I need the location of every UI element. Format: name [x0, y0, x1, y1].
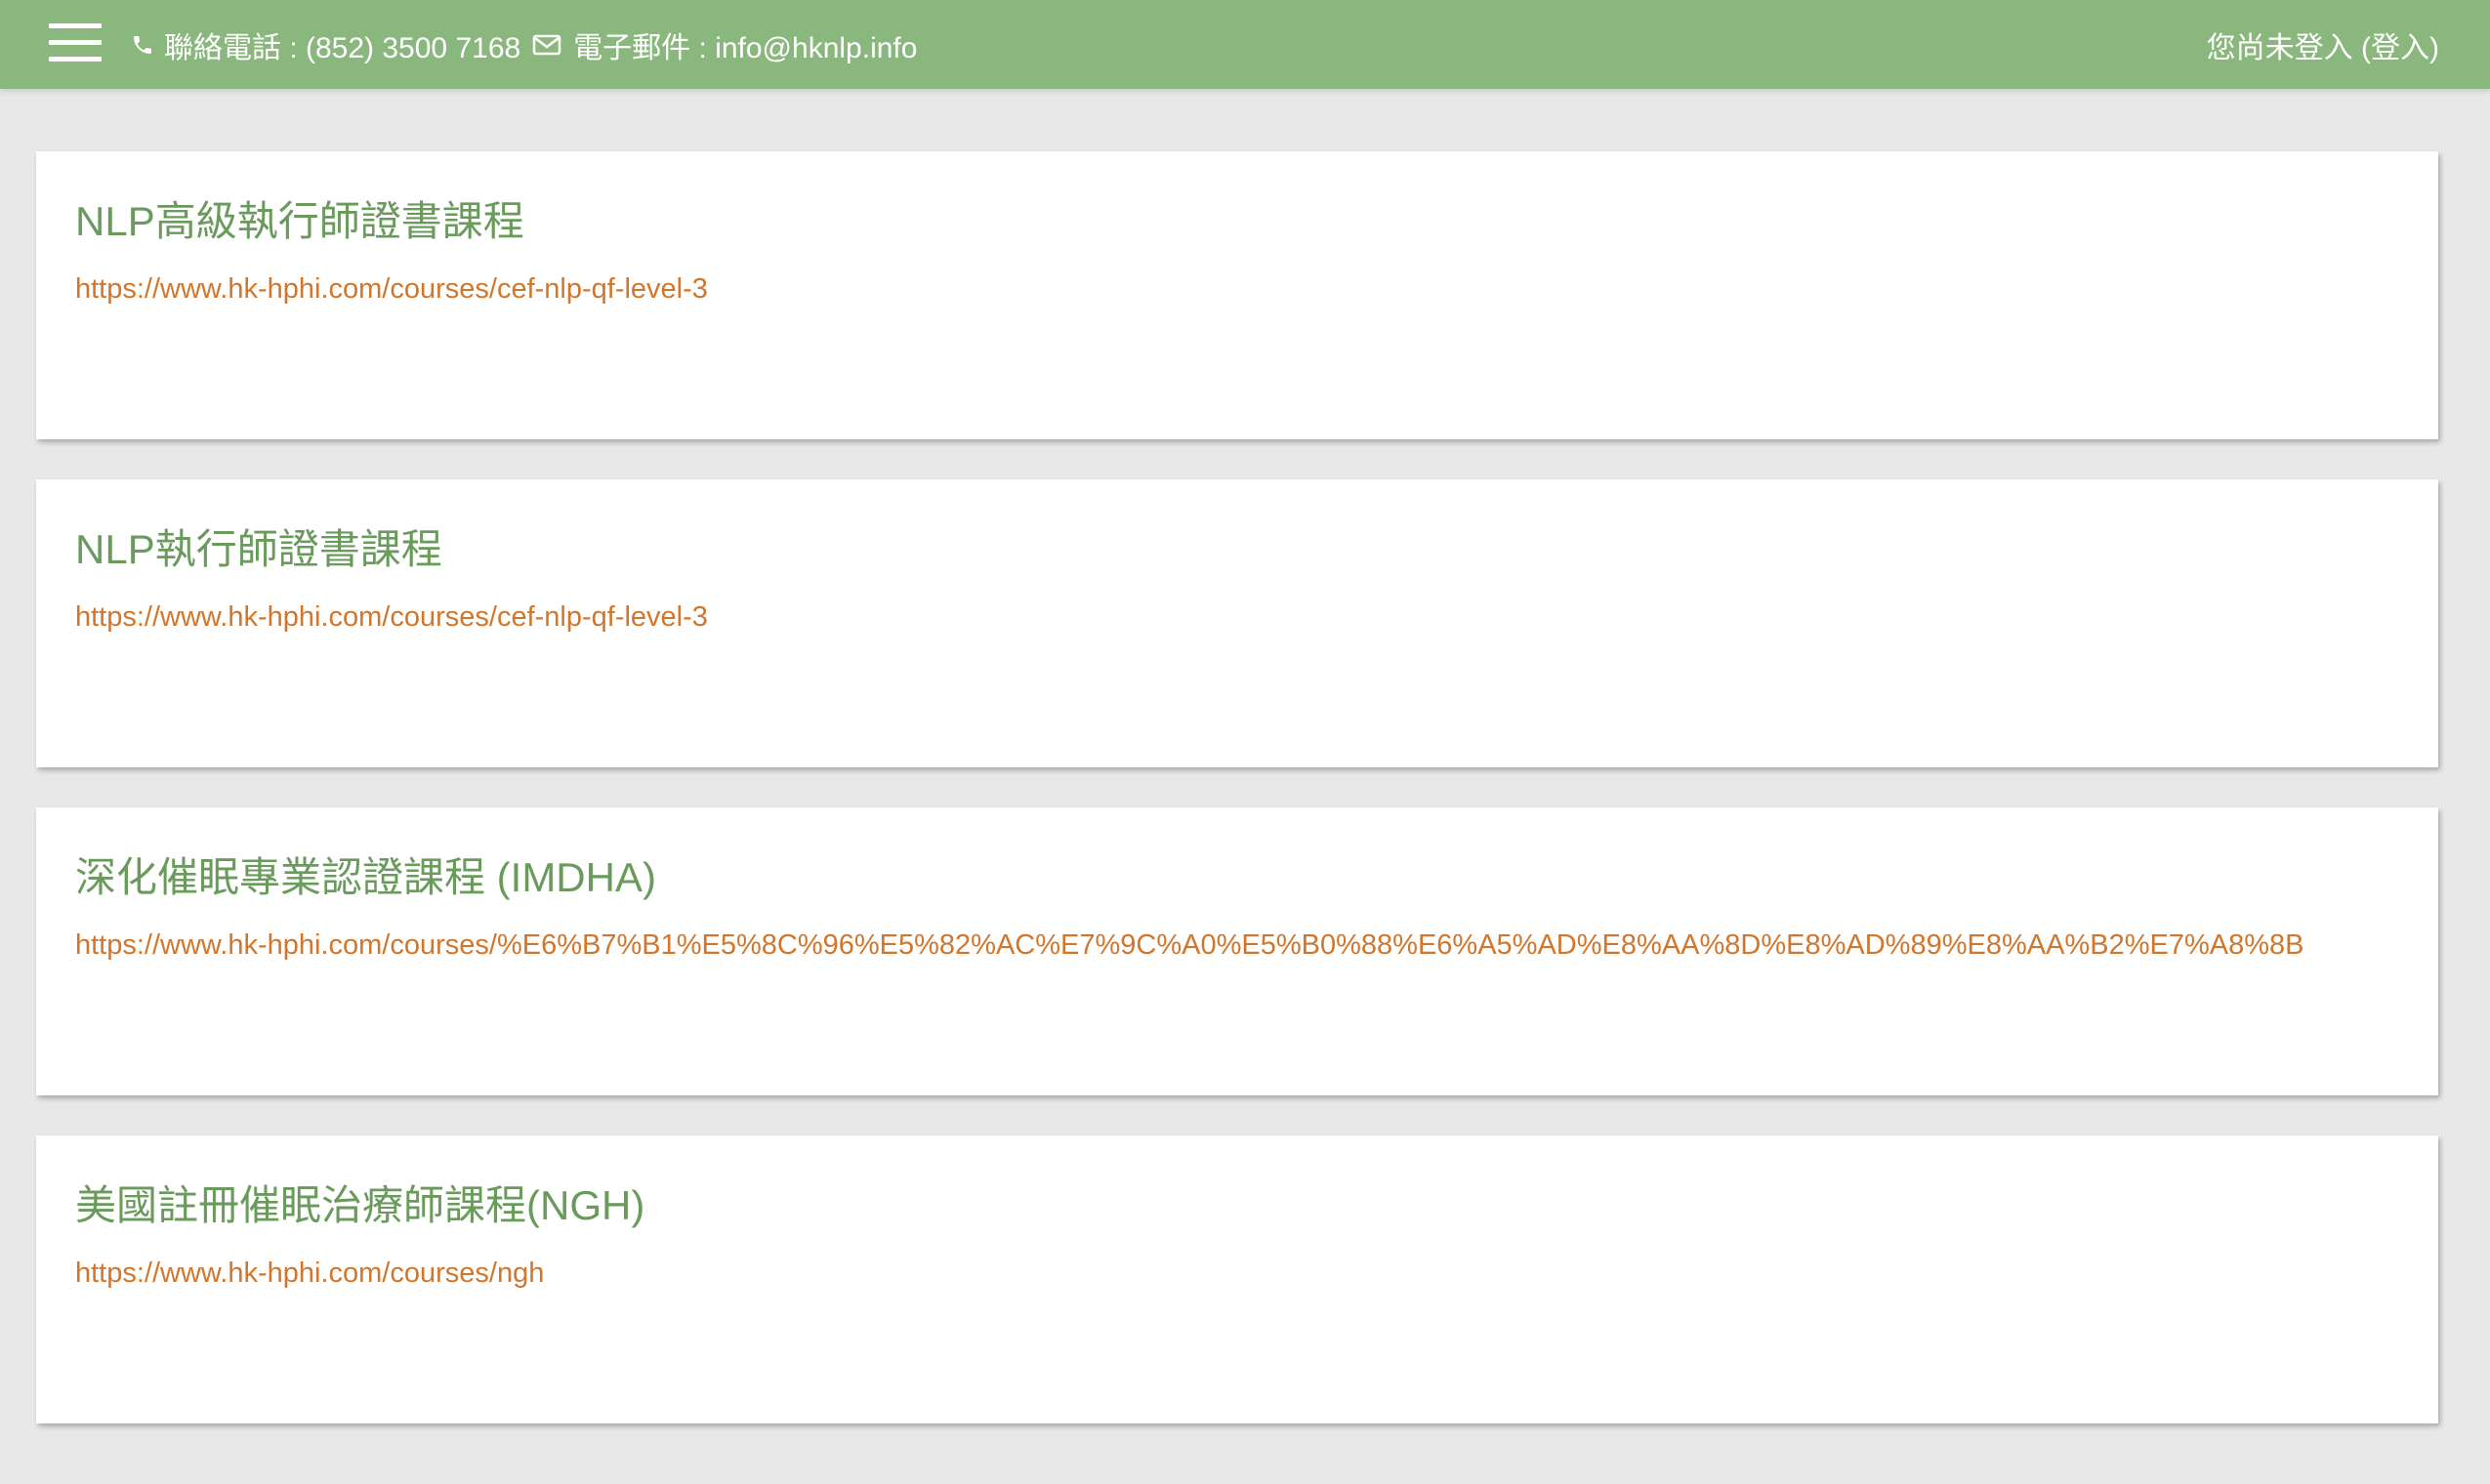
- course-list: NLP高級執行師證書課程 https://www.hk-hphi.com/cou…: [36, 151, 2438, 1463]
- top-bar: 聯絡電話 : (852) 3500 7168 電子郵件 : info@hknlp…: [0, 0, 2490, 89]
- menu-icon[interactable]: [49, 23, 102, 62]
- login-link[interactable]: 您尚未登入 (登入): [2207, 23, 2439, 66]
- course-link[interactable]: https://www.hk-hphi.com/courses/cef-nlp-…: [75, 273, 708, 306]
- course-title[interactable]: NLP執行師證書課程: [75, 516, 442, 576]
- email-label: 電子郵件 : info@hknlp.info: [573, 32, 918, 64]
- course-link[interactable]: https://www.hk-hphi.com/courses/cef-nlp-…: [75, 601, 708, 634]
- course-link[interactable]: https://www.hk-hphi.com/courses/%E6%B7%B…: [75, 929, 2303, 962]
- course-title[interactable]: NLP高級執行師證書課程: [75, 188, 524, 248]
- course-title[interactable]: 深化催眠專業認證課程 (IMDHA): [75, 845, 656, 904]
- course-card: NLP高級執行師證書課程 https://www.hk-hphi.com/cou…: [36, 151, 2438, 439]
- menu-icon-line: [49, 57, 102, 62]
- course-link[interactable]: https://www.hk-hphi.com/courses/ngh: [75, 1257, 544, 1290]
- course-card: 美國註冊催眠治療師課程(NGH) https://www.hk-hphi.com…: [36, 1135, 2438, 1423]
- phone-label: 聯絡電話 : (852) 3500 7168: [164, 32, 521, 64]
- menu-icon-line: [49, 23, 102, 28]
- menu-icon-line: [49, 40, 102, 45]
- phone-icon: [131, 33, 154, 57]
- mail-icon: [532, 33, 561, 57]
- course-title[interactable]: 美國註冊催眠治療師課程(NGH): [75, 1173, 644, 1232]
- course-card: NLP執行師證書課程 https://www.hk-hphi.com/cours…: [36, 479, 2438, 767]
- course-card: 深化催眠專業認證課程 (IMDHA) https://www.hk-hphi.c…: [36, 807, 2438, 1095]
- contact-info: 聯絡電話 : (852) 3500 7168 電子郵件 : info@hknlp…: [131, 25, 917, 64]
